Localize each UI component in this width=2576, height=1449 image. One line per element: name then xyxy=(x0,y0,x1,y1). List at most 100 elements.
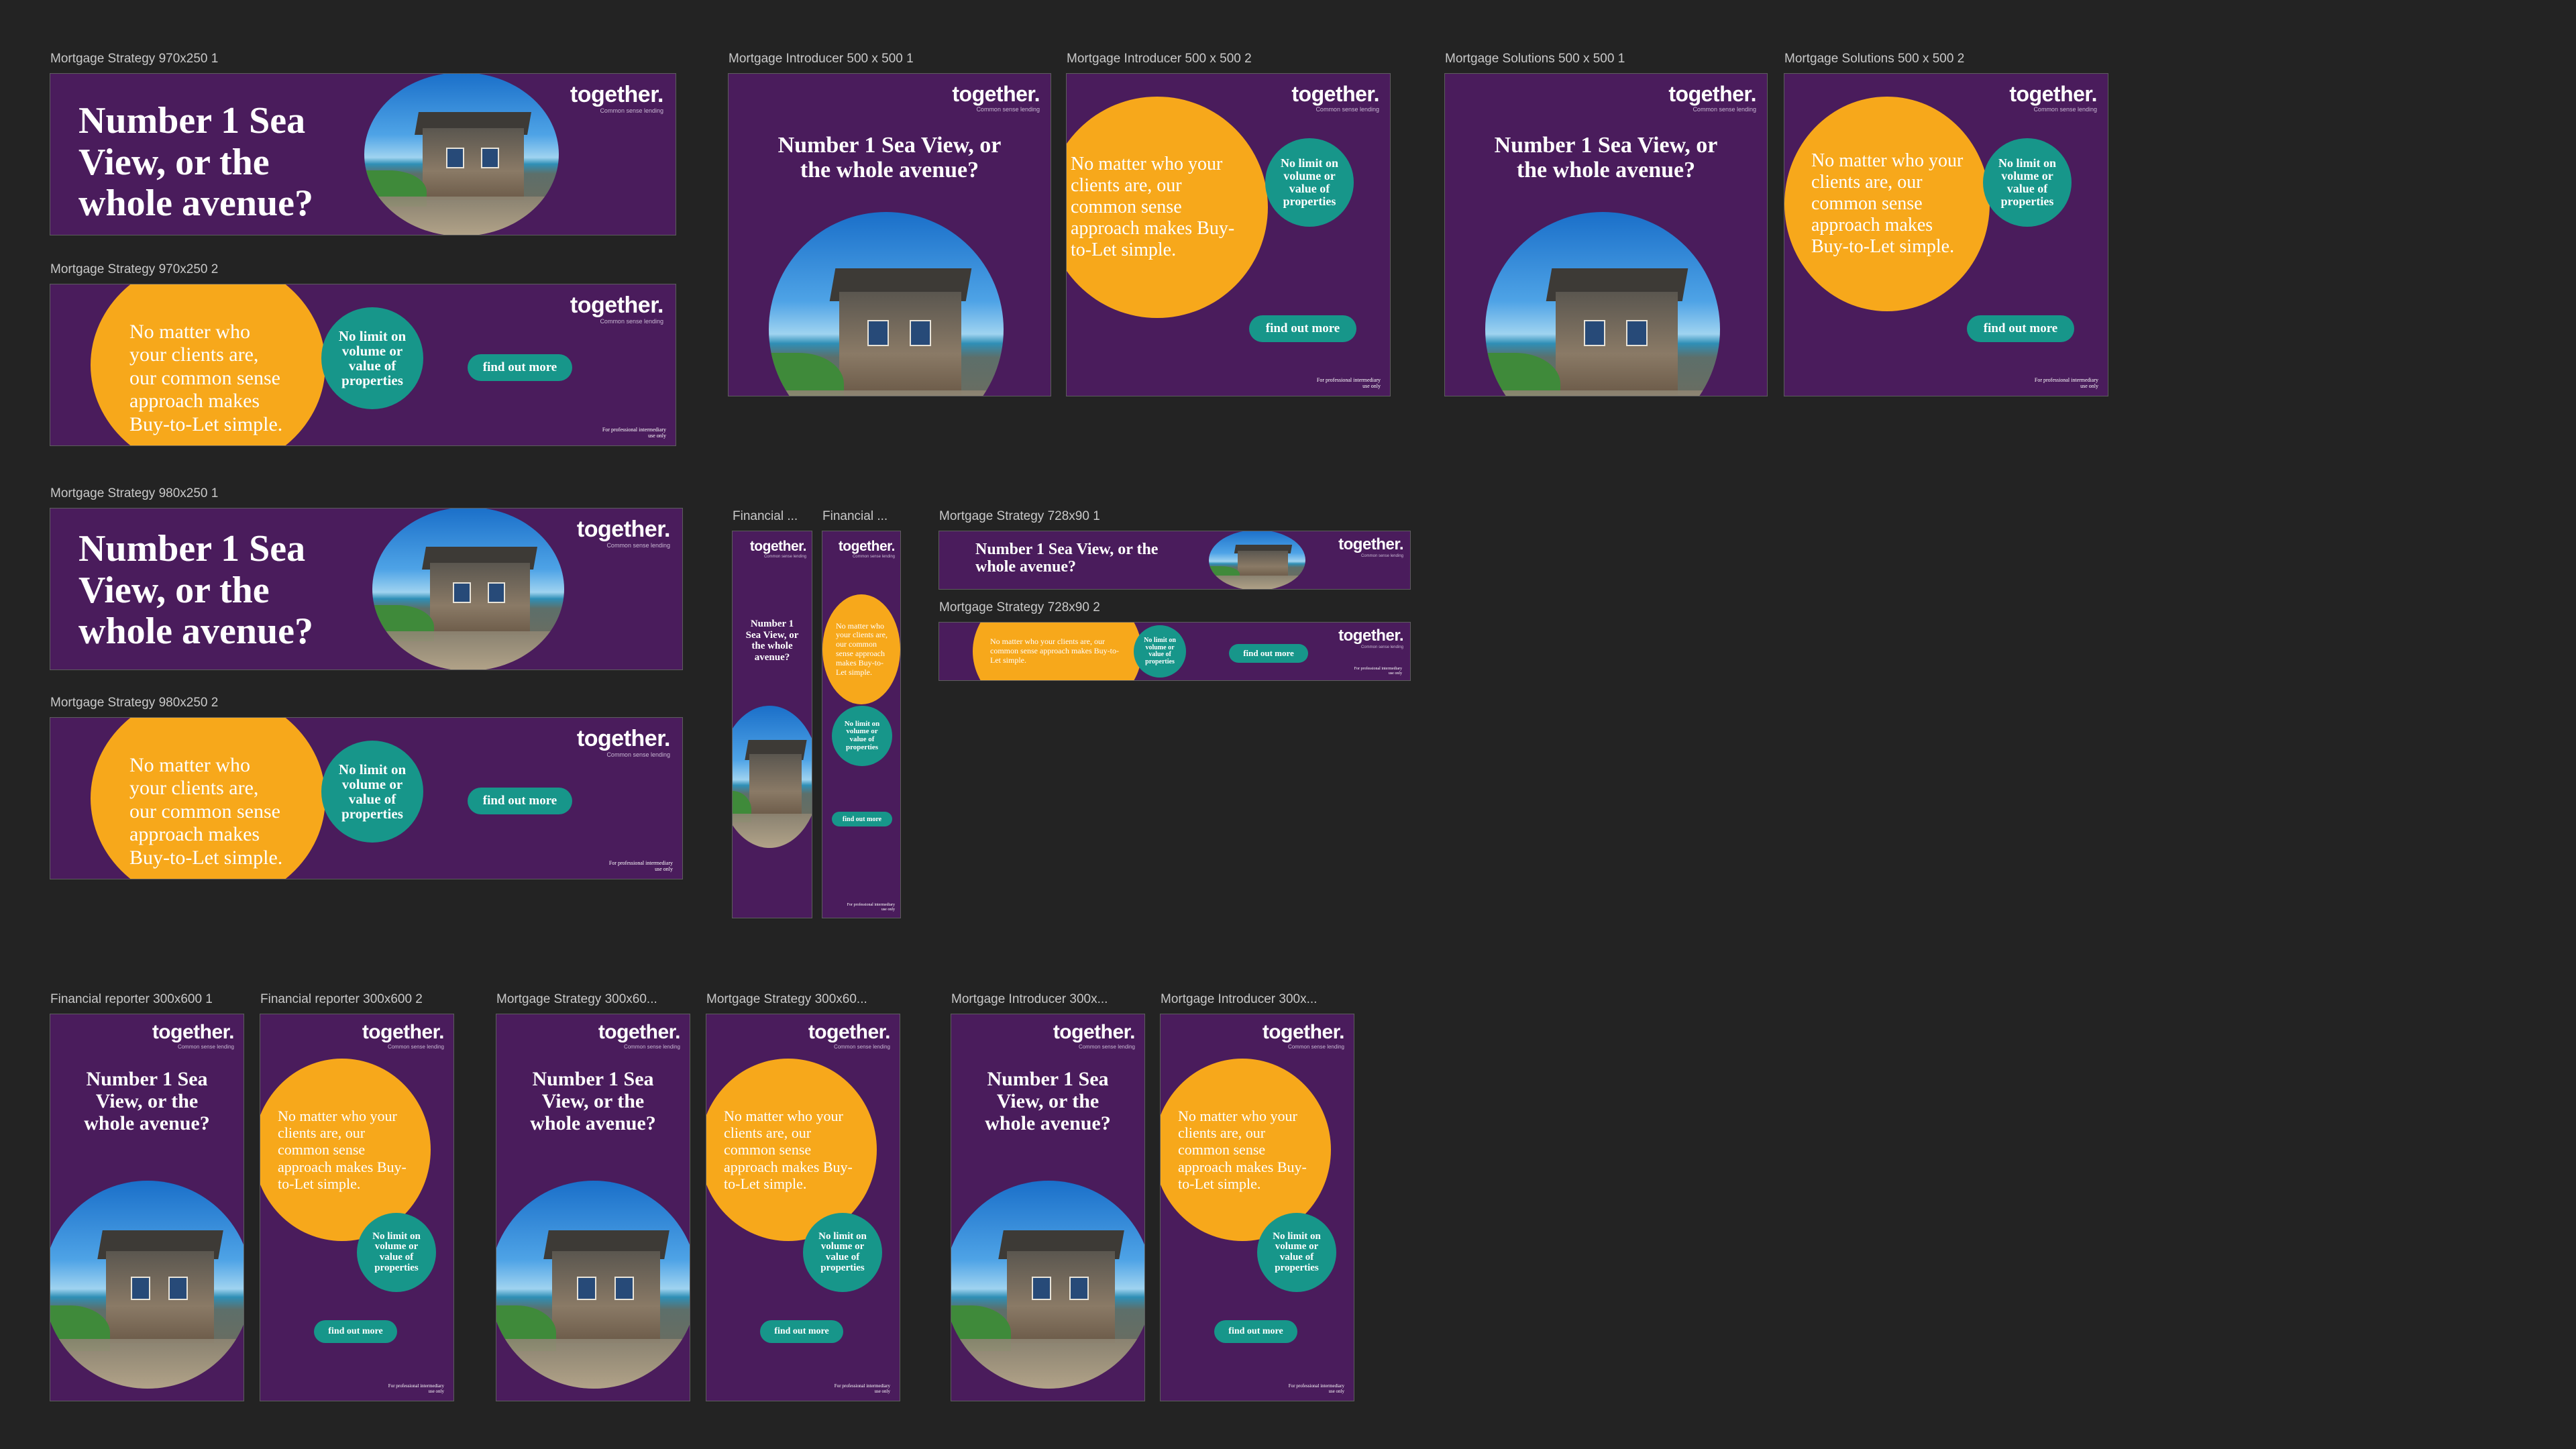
teal-circle: No limit on volume or value of propertie… xyxy=(321,741,423,843)
artboard-msol500-2[interactable]: Mortgage Solutions 500 x 500 2 together.… xyxy=(1784,52,2108,396)
together-logo: together. Common sense lending xyxy=(1668,83,1756,113)
artboard-fr300-1[interactable]: Financial reporter 300x600 1 together. C… xyxy=(50,992,244,1401)
headline: Number 1 Sea View, or the whole avenue? xyxy=(78,100,313,225)
halfpage-offer: together. Common sense lending No matter… xyxy=(706,1014,900,1401)
artboard-label[interactable]: Mortgage Solutions 500 x 500 1 xyxy=(1445,52,1767,66)
artboard-label[interactable]: Mortgage Strategy 300x60... xyxy=(706,992,900,1007)
artboard-ms980-2[interactable]: Mortgage Strategy 980x250 2 together. Co… xyxy=(50,696,683,879)
logo-text: together. xyxy=(576,726,671,751)
disclaimer: For professional intermediary use only xyxy=(1288,1383,1344,1394)
artboard-label[interactable]: Financial ... xyxy=(733,509,812,524)
logo-tagline: Common sense lending xyxy=(2033,106,2097,113)
logo-text: together. xyxy=(838,539,896,554)
artboard-fin-sky-2[interactable]: Financial ... together. Common sense len… xyxy=(822,509,901,918)
artboard-mi300-1[interactable]: Mortgage Introducer 300x... together. Co… xyxy=(951,992,1145,1401)
leaderboard-offer: together. Common sense lending No matter… xyxy=(938,622,1411,681)
together-logo: together. Common sense lending xyxy=(570,294,664,325)
artboard-label[interactable]: Mortgage Strategy 970x250 1 xyxy=(50,52,676,66)
banner-headline: together. Common sense lending Number 1 … xyxy=(50,73,676,235)
logo-text: together. xyxy=(808,1021,891,1043)
logo-tagline: Common sense lending xyxy=(852,555,895,559)
find-out-more-button[interactable]: find out more xyxy=(468,788,572,814)
disclaimer: For professional intermediary use only xyxy=(847,903,895,912)
logo-tagline: Common sense lending xyxy=(1316,106,1379,113)
headline: Number 1 Sea View, or the whole avenue? xyxy=(985,1068,1111,1134)
logo-tagline: Common sense lending xyxy=(1693,106,1756,113)
artboard-ms728-1[interactable]: Mortgage Strategy 728x90 1 together. Com… xyxy=(938,509,1411,590)
teal-circle: No limit on volume or value of propertie… xyxy=(803,1213,882,1292)
yellow-circle: No matter who your clients are, our comm… xyxy=(91,284,325,445)
artboard-label[interactable]: Financial reporter 300x600 1 xyxy=(50,992,244,1007)
teal-circle: No limit on volume or value of propertie… xyxy=(1983,138,2072,227)
headline: Number 1 Sea View, or the whole avenue? xyxy=(78,528,313,653)
artboard-label[interactable]: Mortgage Strategy 970x250 2 xyxy=(50,262,676,277)
artboard-ms970-1[interactable]: Mortgage Strategy 970x250 1 together. Co… xyxy=(50,52,676,235)
offer-text: No matter who your clients are, our comm… xyxy=(724,1107,853,1192)
logo-tagline: Common sense lending xyxy=(833,1044,890,1050)
disclaimer: For professional intermediary use only xyxy=(608,859,673,872)
logo-tagline: Common sense lending xyxy=(177,1044,234,1050)
artboard-mi500-2[interactable]: Mortgage Introducer 500 x 500 2 together… xyxy=(1066,52,1391,396)
artboard-label[interactable]: Mortgage Introducer 500 x 500 2 xyxy=(1067,52,1390,66)
together-logo: together. Common sense lending xyxy=(952,83,1040,113)
find-out-more-button[interactable]: find out more xyxy=(1967,315,2074,342)
logo-tagline: Common sense lending xyxy=(763,555,806,559)
artboard-fr300-2[interactable]: Financial reporter 300x600 2 together. C… xyxy=(260,992,454,1401)
artboard-label[interactable]: Mortgage Introducer 300x... xyxy=(951,992,1144,1007)
badge-text: No limit on volume or value of propertie… xyxy=(338,327,407,389)
artboard-ms300-2[interactable]: Mortgage Strategy 300x60... together. Co… xyxy=(706,992,900,1401)
artboard-ms728-2[interactable]: Mortgage Strategy 728x90 2 together. Com… xyxy=(938,600,1411,681)
halfpage-headline: together. Common sense lending Number 1 … xyxy=(496,1014,690,1401)
together-logo: together. Common sense lending xyxy=(598,1022,681,1050)
together-logo: together. Common sense lending xyxy=(152,1022,235,1050)
artboard-ms980-1[interactable]: Mortgage Strategy 980x250 1 together. Co… xyxy=(50,486,683,670)
artboard-label[interactable]: Mortgage Strategy 728x90 1 xyxy=(939,509,1410,524)
banner-offer: together. Common sense lending No matter… xyxy=(50,284,676,446)
find-out-more-button[interactable]: find out more xyxy=(1229,644,1308,663)
find-out-more-button[interactable]: find out more xyxy=(468,354,572,381)
together-logo: together. Common sense lending xyxy=(1338,628,1403,650)
square-offer: together. Common sense lending No matter… xyxy=(1784,73,2108,396)
find-out-more-button[interactable]: find out more xyxy=(1249,315,1356,342)
artboard-label[interactable]: Mortgage Strategy 980x250 2 xyxy=(50,696,682,710)
find-out-more-button[interactable]: find out more xyxy=(314,1320,397,1343)
artboard-mi300-2[interactable]: Mortgage Introducer 300x... together. Co… xyxy=(1160,992,1354,1401)
headline: Number 1 Sea View, or the whole avenue? xyxy=(530,1068,656,1134)
artboard-ms300-1[interactable]: Mortgage Strategy 300x60... together. Co… xyxy=(496,992,690,1401)
together-logo: together. Common sense lending xyxy=(570,83,664,114)
house-photo xyxy=(1485,212,1720,396)
teal-circle: No limit on volume or value of propertie… xyxy=(1257,1213,1336,1292)
logo-text: together. xyxy=(2009,82,2097,106)
logo-text: together. xyxy=(1291,82,1379,106)
artboard-label[interactable]: Mortgage Strategy 980x250 1 xyxy=(50,486,682,501)
disclaimer: For professional intermediary use only xyxy=(602,426,666,439)
logo-tagline: Common sense lending xyxy=(600,318,663,325)
logo-tagline: Common sense lending xyxy=(600,107,663,114)
house-photo xyxy=(951,1181,1144,1389)
teal-circle: No limit on volume or value of propertie… xyxy=(1265,138,1354,227)
together-logo: together. Common sense lending xyxy=(1053,1022,1136,1050)
find-out-more-button[interactable]: find out more xyxy=(832,812,892,826)
artboard-fin-sky-1[interactable]: Financial ... together. Common sense len… xyxy=(732,509,812,918)
logo-text: together. xyxy=(1262,1021,1345,1043)
disclaimer: For professional intermediary use only xyxy=(834,1383,890,1394)
headline: Number 1 Sea View, or the whole avenue? xyxy=(1494,133,1718,183)
artboard-mi500-1[interactable]: Mortgage Introducer 500 x 500 1 together… xyxy=(728,52,1051,396)
offer-text: No matter who your clients are, our comm… xyxy=(129,320,283,435)
artboard-msol500-1[interactable]: Mortgage Solutions 500 x 500 1 together.… xyxy=(1444,52,1768,396)
find-out-more-button[interactable]: find out more xyxy=(760,1320,843,1343)
badge-text: No limit on volume or value of propertie… xyxy=(1273,1230,1321,1273)
headline: Number 1 Sea View, or the whole avenue? xyxy=(777,133,1002,183)
find-out-more-button[interactable]: find out more xyxy=(1214,1320,1297,1343)
artboard-label[interactable]: Mortgage Introducer 300x... xyxy=(1161,992,1354,1007)
artboard-label[interactable]: Mortgage Strategy 728x90 2 xyxy=(939,600,1410,615)
artboard-label[interactable]: Mortgage Introducer 500 x 500 1 xyxy=(729,52,1051,66)
artboard-ms970-2[interactable]: Mortgage Strategy 970x250 2 together. Co… xyxy=(50,262,676,446)
artboard-label[interactable]: Financial reporter 300x600 2 xyxy=(260,992,453,1007)
artboard-label[interactable]: Mortgage Strategy 300x60... xyxy=(496,992,690,1007)
disclaimer: For professional intermediary use only xyxy=(388,1383,444,1394)
logo-tagline: Common sense lending xyxy=(976,106,1040,113)
artboard-label[interactable]: Mortgage Solutions 500 x 500 2 xyxy=(1784,52,2108,66)
artboard-label[interactable]: Financial ... xyxy=(822,509,900,524)
halfpage-headline: together. Common sense lending Number 1 … xyxy=(951,1014,1145,1401)
